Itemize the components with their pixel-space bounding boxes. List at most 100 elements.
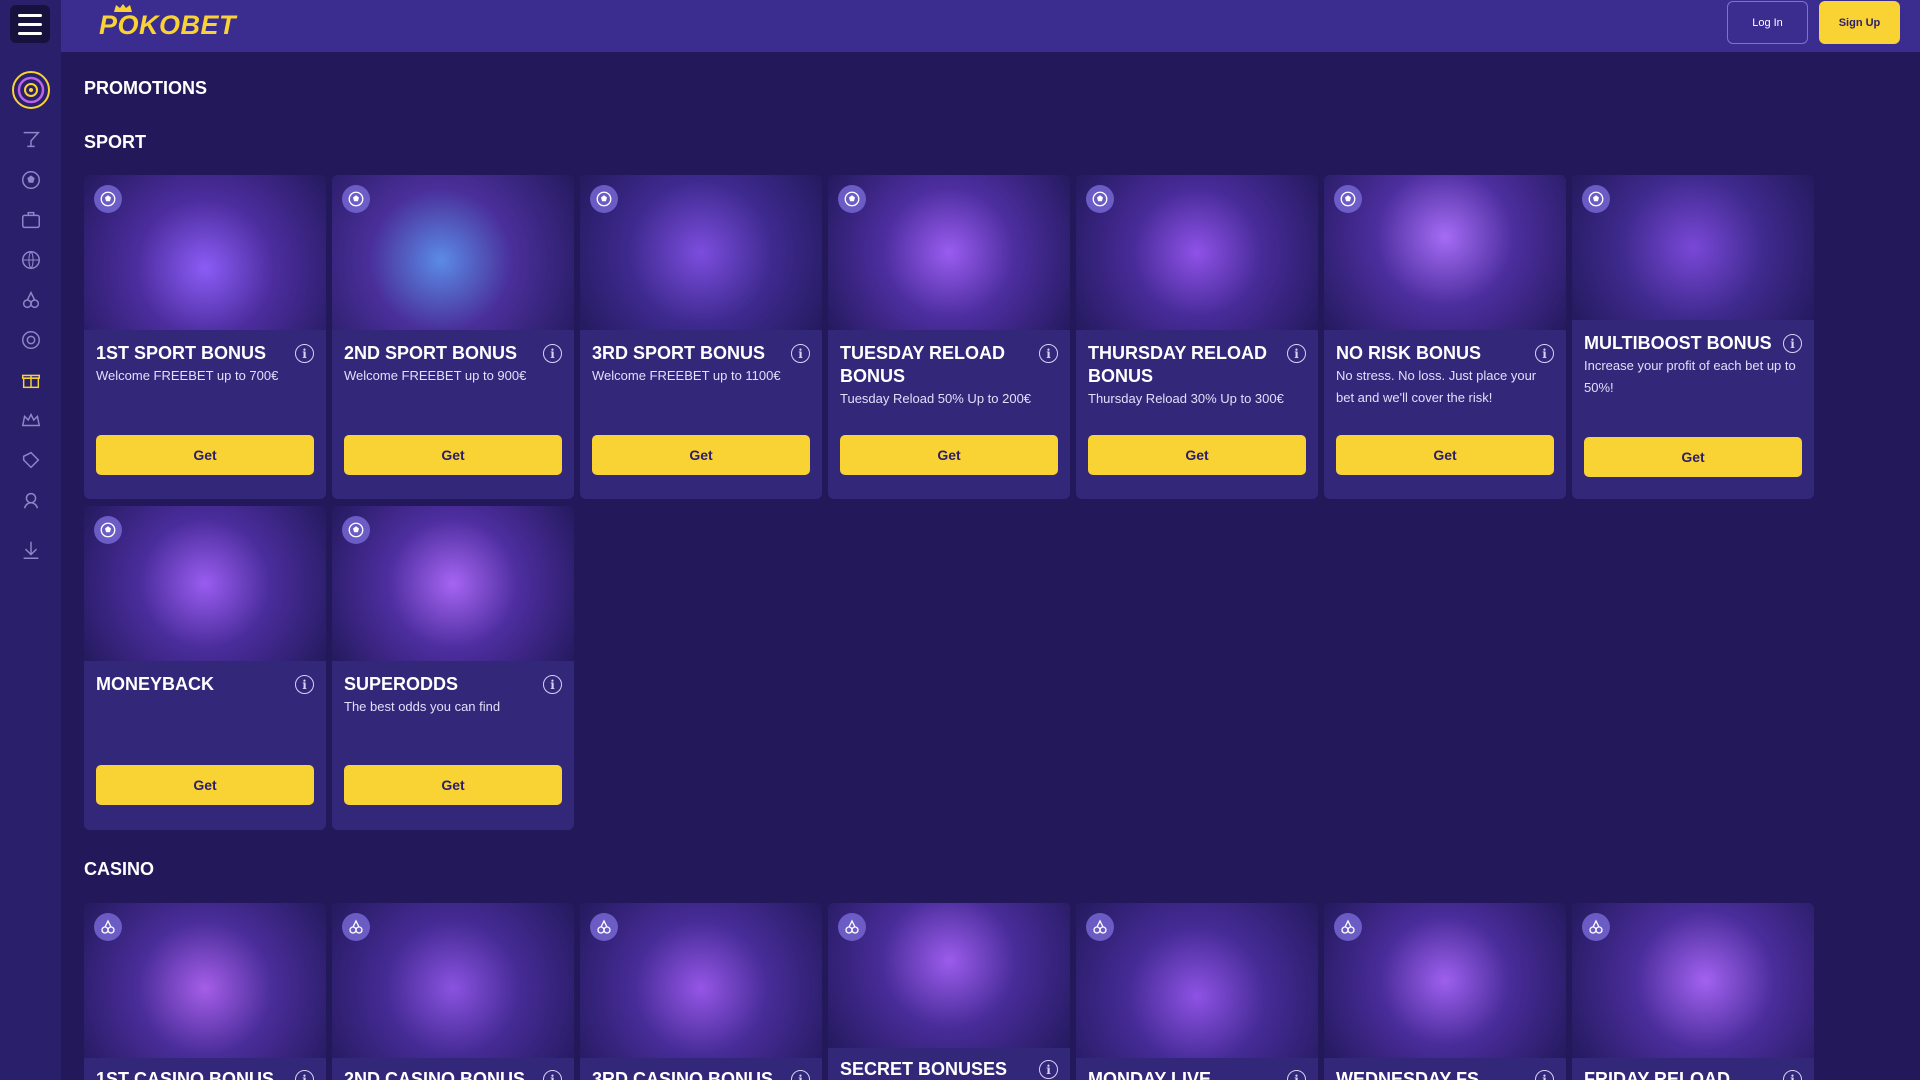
promo-card: FRIDAY RELOAD i bbox=[1572, 903, 1814, 1080]
promo-image bbox=[1324, 175, 1566, 330]
football-icon bbox=[1086, 185, 1114, 213]
sidebar-item-casino-table[interactable] bbox=[0, 205, 61, 235]
football-icon bbox=[94, 516, 122, 544]
info-icon[interactable]: i bbox=[1039, 1060, 1058, 1079]
signup-button[interactable]: Sign Up bbox=[1819, 1, 1900, 44]
logo[interactable]: POKOBET bbox=[99, 10, 236, 41]
info-icon[interactable]: i bbox=[295, 675, 314, 694]
promo-title: MONEYBACK bbox=[96, 674, 215, 694]
promo-title: TUESDAY RELOAD BONUS bbox=[840, 343, 1006, 386]
info-icon[interactable]: i bbox=[1039, 344, 1058, 363]
info-icon[interactable]: i bbox=[1783, 334, 1802, 353]
promo-image bbox=[332, 506, 574, 661]
cherries-icon bbox=[1334, 913, 1362, 941]
promo-card: MONEYBACK i Get bbox=[84, 506, 326, 830]
get-button[interactable]: Get bbox=[1088, 435, 1306, 475]
page-title: PROMOTIONS bbox=[84, 78, 208, 98]
promo-card: WEDNESDAY FS i bbox=[1324, 903, 1566, 1080]
info-icon[interactable]: i bbox=[1287, 344, 1306, 363]
promo-image bbox=[828, 903, 1070, 1048]
menu-bar bbox=[18, 22, 42, 26]
sidebar-item-vip[interactable] bbox=[0, 405, 61, 435]
promo-card: 1ST CASINO BONUS i bbox=[84, 903, 326, 1080]
promo-description: The best odds you can find bbox=[344, 699, 501, 714]
sidebar-item-home[interactable] bbox=[0, 71, 61, 109]
football-icon bbox=[838, 185, 866, 213]
promo-title: MULTIBOOST BONUS bbox=[1584, 333, 1772, 353]
promo-card: SUPERODDS The best odds you can find i G… bbox=[332, 506, 574, 830]
cherries-icon bbox=[22, 291, 39, 309]
promo-card: 2ND SPORT BONUS Welcome FREEBET up to 90… bbox=[332, 175, 574, 499]
chip-icon bbox=[21, 331, 40, 349]
promo-card: 3RD CASINO BONUS i bbox=[580, 903, 822, 1080]
ticket-icon bbox=[22, 451, 39, 469]
promo-card: MONDAY LIVE i bbox=[1076, 903, 1318, 1080]
sidebar-item-cocktail[interactable] bbox=[0, 125, 61, 155]
promo-card: 3RD SPORT BONUS Welcome FREEBET up to 11… bbox=[580, 175, 822, 499]
menu-button[interactable] bbox=[10, 5, 50, 43]
gift-icon bbox=[21, 374, 40, 389]
get-button[interactable]: Get bbox=[1336, 435, 1554, 475]
get-button[interactable]: Get bbox=[344, 765, 562, 805]
info-icon[interactable]: i bbox=[791, 344, 810, 363]
cherries-icon bbox=[94, 913, 122, 941]
sidebar-item-sport[interactable] bbox=[0, 165, 61, 195]
sidebar-item-slots[interactable] bbox=[0, 285, 61, 315]
download-icon bbox=[23, 541, 38, 559]
sidebar bbox=[0, 0, 61, 1080]
promo-title: SUPERODDS bbox=[344, 674, 459, 694]
promo-title: SECRET BONUSES bbox=[840, 1059, 1008, 1079]
cherries-icon bbox=[838, 913, 866, 941]
target-icon bbox=[11, 71, 50, 109]
promo-description: Thursday Reload 30% Up to 300€ bbox=[1088, 391, 1284, 406]
football-icon bbox=[342, 516, 370, 544]
get-button[interactable]: Get bbox=[344, 435, 562, 475]
briefcase-icon bbox=[21, 211, 40, 229]
football-icon bbox=[1582, 185, 1610, 213]
football-icon bbox=[94, 185, 122, 213]
promo-title: 3RD SPORT BONUS bbox=[592, 343, 766, 363]
promo-title: 1ST CASINO BONUS bbox=[96, 1069, 275, 1080]
cherries-icon bbox=[1086, 913, 1114, 941]
info-icon[interactable]: i bbox=[543, 344, 562, 363]
get-button[interactable]: Get bbox=[592, 435, 810, 475]
info-icon[interactable]: i bbox=[543, 675, 562, 694]
promo-image bbox=[1572, 903, 1814, 1058]
promo-card: 2ND CASINO BONUS i bbox=[332, 903, 574, 1080]
get-button[interactable]: Get bbox=[96, 765, 314, 805]
promo-image bbox=[84, 506, 326, 661]
promo-image bbox=[84, 903, 326, 1058]
globe-icon bbox=[21, 251, 40, 269]
info-icon[interactable]: i bbox=[295, 344, 314, 363]
get-button[interactable]: Get bbox=[840, 435, 1058, 475]
cocktail-icon bbox=[23, 131, 40, 148]
promo-description: Welcome FREEBET up to 700€ bbox=[96, 368, 279, 383]
promo-image bbox=[1324, 903, 1566, 1058]
menu-bar bbox=[18, 31, 42, 35]
cherries-icon bbox=[342, 913, 370, 941]
promo-title: FRIDAY RELOAD bbox=[1584, 1069, 1731, 1080]
sidebar-item-chips[interactable] bbox=[0, 325, 61, 355]
crown-icon bbox=[21, 412, 40, 427]
promo-card: THURSDAY RELOAD BONUS Thursday Reload 30… bbox=[1076, 175, 1318, 499]
promo-image bbox=[580, 175, 822, 330]
promo-description: Tuesday Reload 50% Up to 200€ bbox=[840, 391, 1032, 406]
sidebar-item-live[interactable] bbox=[0, 245, 61, 275]
promo-title: WEDNESDAY FS bbox=[1336, 1069, 1480, 1080]
promo-card: MULTIBOOST BONUS Increase your profit of… bbox=[1572, 175, 1814, 499]
promo-description: No stress. No loss. Just place your bet … bbox=[1336, 368, 1537, 405]
sidebar-item-tournaments[interactable] bbox=[0, 445, 61, 475]
football-icon bbox=[21, 171, 40, 189]
get-button[interactable]: Get bbox=[96, 435, 314, 475]
login-button[interactable]: Log In bbox=[1727, 1, 1808, 44]
info-icon[interactable]: i bbox=[1535, 344, 1554, 363]
football-icon bbox=[1334, 185, 1362, 213]
sidebar-item-support[interactable] bbox=[0, 485, 61, 515]
get-button[interactable]: Get bbox=[1584, 437, 1802, 477]
sidebar-item-promotions[interactable] bbox=[0, 365, 61, 395]
sidebar-item-download[interactable] bbox=[0, 535, 61, 565]
promo-description: Welcome FREEBET up to 1100€ bbox=[592, 368, 781, 383]
promo-image bbox=[332, 175, 574, 330]
promo-image bbox=[84, 175, 326, 330]
promo-title: NO RISK BONUS bbox=[1336, 343, 1482, 363]
